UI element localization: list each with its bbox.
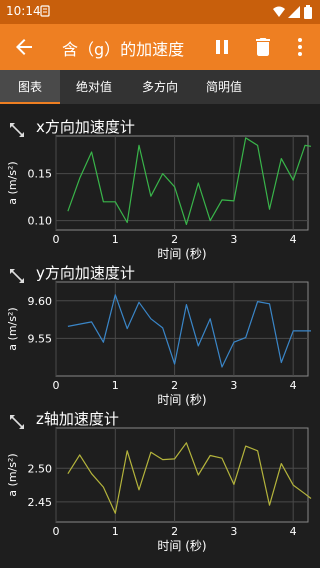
x-tick-label: 2: [171, 233, 178, 246]
line-chart-y: 0 1 2 3 49.559.60时间 (秒)a (m/s²): [6, 281, 311, 407]
chart-panel-z: z轴加速度计 0 1 2 3 4 2.45 2.50 时间 (秒) a (m/s²): [0, 404, 320, 554]
y-tick-label: 0.10: [28, 215, 53, 228]
x-tick-label: 1: [112, 525, 119, 538]
x-tick-label: 0: [53, 233, 60, 246]
x-tick-label: 3: [230, 379, 237, 392]
wifi-icon: [273, 6, 285, 17]
tab-graph[interactable]: 图表: [0, 70, 60, 104]
y-axis-label: a (m/s²): [6, 453, 19, 496]
pause-icon[interactable]: [210, 35, 234, 59]
tab-indicator: [0, 102, 60, 104]
line-chart-z: 0 1 2 3 4 2.45 2.50 时间 (秒) a (m/s²): [6, 427, 312, 553]
line-chart-x: 0 1 2 3 40.100.15时间 (秒)a (m/s²): [6, 135, 312, 261]
series-line: [67, 442, 312, 514]
y-axis-label: a (m/s²): [6, 307, 19, 350]
status-time: 10:14: [6, 4, 41, 18]
tab-label: 简明值: [205, 80, 242, 94]
status-bar: 10:14: [0, 0, 320, 24]
app-bar: 含（g）的加速度: [0, 24, 320, 70]
plot-frame: [55, 135, 309, 231]
y-tick-label: 9.60: [28, 295, 53, 308]
x-tick-label: 1: [112, 379, 119, 392]
tab-bar: 图表 绝对值 多方向 简明值: [0, 70, 320, 104]
x-tick-label: 2: [171, 525, 178, 538]
x-tick-label: 0: [53, 379, 60, 392]
notification-icon: [40, 5, 50, 17]
chart-panel-x: x方向加速度计 0 1 2 3 4 0.10 0.15 时间 (秒) a (m/s²): [0, 112, 320, 262]
x-tick-label: 3: [230, 233, 237, 246]
tab-simple[interactable]: 简明值: [192, 70, 256, 104]
tab-label: 绝对值: [75, 80, 112, 94]
x-tick-label: 4: [290, 233, 297, 246]
y-tick-label: 2.45: [28, 496, 53, 509]
y-tick-label: 0.15: [28, 168, 53, 181]
page-title: 含（g）的加速度: [62, 40, 185, 59]
tab-label: 图表: [17, 80, 42, 94]
more-options-icon[interactable]: [288, 35, 312, 59]
x-tick-label: 4: [290, 379, 297, 392]
signal-icon: [288, 6, 300, 18]
plot-frame: [55, 427, 309, 523]
battery-icon: [304, 5, 312, 19]
y-axis-label: a (m/s²): [6, 161, 19, 204]
x-tick-label: 1: [112, 233, 119, 246]
tab-label: 多方向: [141, 80, 178, 94]
series-line: [67, 137, 312, 226]
series-line: [67, 294, 311, 368]
back-arrow-icon[interactable]: [12, 35, 36, 59]
x-tick-label: 0: [53, 525, 60, 538]
x-tick-label: 3: [230, 525, 237, 538]
tab-multi[interactable]: 多方向: [128, 70, 192, 104]
y-tick-label: 2.50: [28, 462, 53, 475]
x-axis-label: 时间 (秒): [157, 539, 206, 553]
chart-panel-y: y方向加速度计 0 1 2 3 4 9.55 9.60 时间 (秒) a (m/s²): [0, 258, 320, 408]
x-tick-label: 2: [171, 379, 178, 392]
delete-icon[interactable]: [251, 35, 275, 59]
x-tick-label: 4: [290, 525, 297, 538]
y-tick-label: 9.55: [28, 332, 53, 345]
tab-absolute[interactable]: 绝对值: [64, 70, 124, 104]
